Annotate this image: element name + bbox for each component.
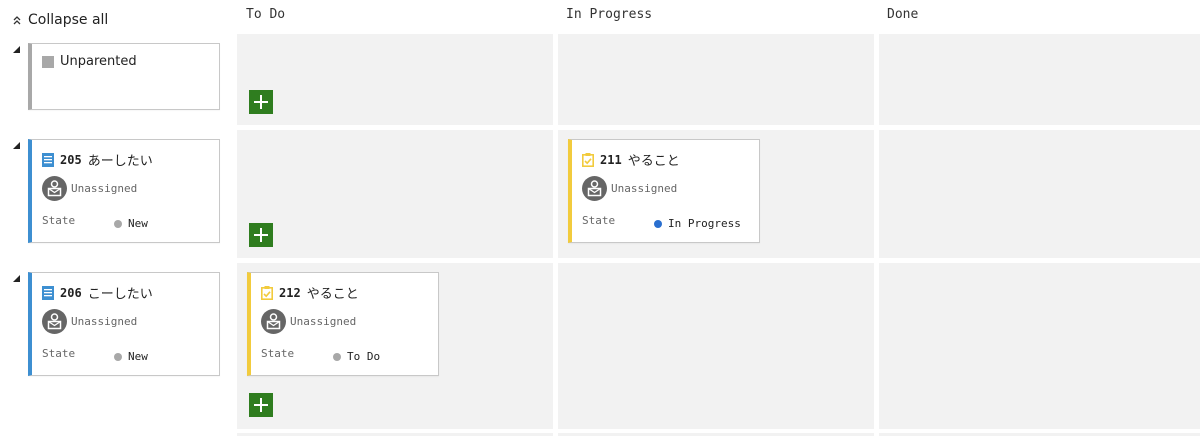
unassigned-avatar-icon[interactable] [42, 176, 67, 201]
requirement-doc-icon [42, 285, 54, 300]
row-toggle-206-icon[interactable] [13, 275, 20, 282]
row-toggle-unparented-icon[interactable] [13, 46, 20, 53]
unassigned-avatar-icon[interactable] [261, 309, 286, 334]
state-value[interactable]: To Do [333, 350, 380, 363]
state-label: State [42, 347, 76, 360]
parent-card-205[interactable]: 205 あーしたい Unassigned State New [28, 139, 220, 243]
task-clipboard-icon [582, 152, 594, 167]
work-item-title[interactable]: やること [307, 283, 359, 302]
column-header-todo: To Do [246, 7, 286, 22]
state-value[interactable]: New [114, 350, 148, 363]
state-label: State [261, 347, 295, 360]
add-task-button-row2[interactable] [249, 223, 273, 247]
plus-icon [254, 95, 268, 109]
state-dot-icon [333, 352, 341, 361]
work-item-title[interactable]: あーしたい [88, 150, 153, 169]
cell-row1-todo [237, 34, 553, 125]
row-toggle-205-icon[interactable] [13, 142, 20, 149]
work-item-id: 206 [60, 285, 82, 300]
add-task-button-row3[interactable] [249, 393, 273, 417]
double-chevron-up-icon [13, 16, 21, 25]
column-header-done: Done [887, 7, 919, 22]
work-item-id: 212 [279, 285, 301, 300]
unparented-square-icon [42, 55, 54, 68]
unparented-card[interactable]: Unparented [28, 43, 220, 110]
unparented-label: Unparented [60, 54, 137, 69]
state-dot-icon [114, 219, 122, 228]
work-item-title[interactable]: やること [628, 150, 680, 169]
parent-card-206[interactable]: 206 こーしたい Unassigned State New [28, 272, 220, 376]
task-card-212[interactable]: 212 やること Unassigned State To Do [247, 272, 439, 376]
add-task-button-row1[interactable] [249, 90, 273, 114]
work-item-id: 205 [60, 152, 82, 167]
state-label: State [582, 214, 616, 227]
assignee-label[interactable]: Unassigned [71, 315, 137, 328]
state-label: State [42, 214, 76, 227]
assignee-label[interactable]: Unassigned [290, 315, 356, 328]
cell-row1-done [879, 34, 1200, 125]
state-dot-icon [114, 352, 122, 361]
collapse-all-label: Collapse all [28, 12, 109, 28]
collapse-all-button[interactable]: Collapse all [12, 10, 108, 30]
cell-row1-in-progress [558, 34, 874, 125]
assignee-label[interactable]: Unassigned [611, 182, 677, 195]
plus-icon [254, 228, 268, 242]
cell-row2-done [879, 130, 1200, 258]
assignee-label[interactable]: Unassigned [71, 182, 137, 195]
unassigned-avatar-icon[interactable] [582, 176, 607, 201]
work-item-id: 211 [600, 152, 622, 167]
cell-row3-done [879, 263, 1200, 429]
state-dot-icon [654, 219, 662, 228]
state-value[interactable]: New [114, 217, 148, 230]
task-clipboard-icon [261, 285, 273, 300]
unassigned-avatar-icon[interactable] [42, 309, 67, 334]
cell-row2-todo [237, 130, 553, 258]
work-item-title[interactable]: こーしたい [88, 283, 153, 302]
plus-icon [254, 398, 268, 412]
state-value[interactable]: In Progress [654, 217, 741, 230]
task-card-211[interactable]: 211 やること Unassigned State In Progress [568, 139, 760, 243]
cell-row3-in-progress [558, 263, 874, 429]
requirement-doc-icon [42, 152, 54, 167]
column-header-in-progress: In Progress [566, 7, 653, 22]
